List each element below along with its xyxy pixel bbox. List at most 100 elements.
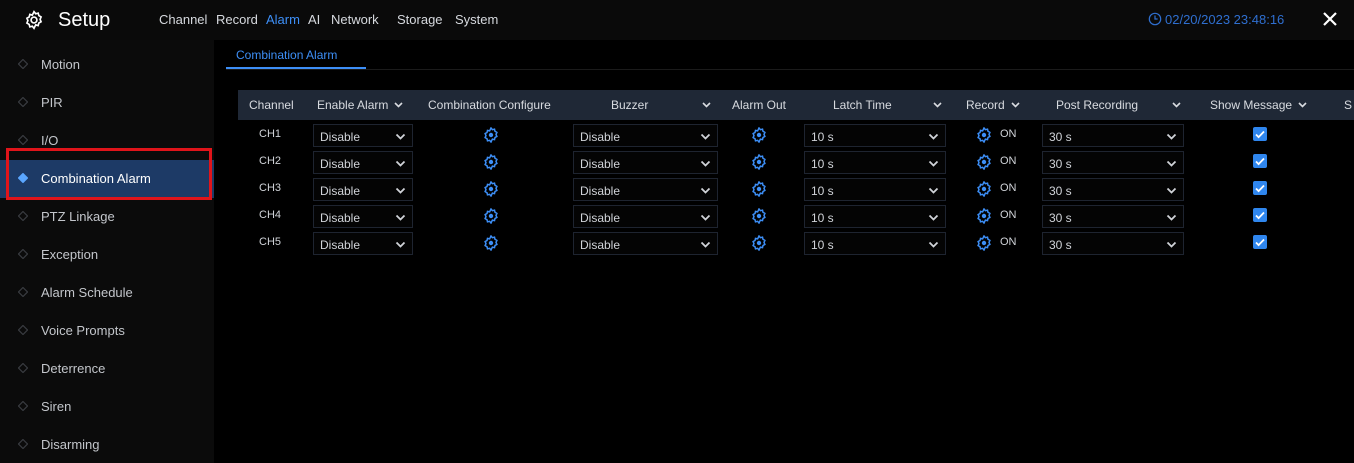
settings-gear-icon[interactable] — [483, 235, 499, 251]
settings-gear-icon[interactable] — [976, 181, 992, 197]
sidebar-item-deterrence[interactable]: Deterrence — [0, 350, 214, 388]
enable-alarm-select[interactable]: Disable — [313, 178, 413, 201]
record-status: ON — [1000, 209, 1017, 221]
settings-gear-icon[interactable] — [751, 154, 767, 170]
chevron-down-icon — [700, 214, 711, 221]
tab-channel[interactable]: Channel — [159, 12, 207, 27]
enable-alarm-select[interactable]: Disable — [313, 151, 413, 174]
record-status: ON — [1000, 182, 1017, 194]
chevron-down-icon — [1166, 214, 1177, 221]
channel-cell: CH4 — [259, 209, 282, 221]
chevron-down-icon — [395, 187, 406, 194]
table-header: Channel Enable Alarm Combination Configu… — [238, 90, 1354, 120]
sidebar-item-label: PIR — [41, 95, 63, 110]
post-recording-select[interactable]: 30 s — [1042, 124, 1184, 147]
tab-combination-alarm[interactable]: Combination Alarm — [236, 48, 337, 62]
header-alarm-out: Alarm Out — [732, 98, 787, 112]
show-message-checkbox[interactable] — [1253, 154, 1267, 168]
chevron-down-icon — [928, 160, 939, 167]
tab-ai[interactable]: AI — [308, 12, 320, 27]
table-row: CH2 Disable Disable 10 s ON 30 s — [0, 150, 1354, 177]
chevron-down-icon — [928, 187, 939, 194]
chevron-down-icon[interactable] — [933, 102, 942, 108]
settings-gear-icon[interactable] — [483, 181, 499, 197]
sidebar-item-alarm-schedule[interactable]: Alarm Schedule — [0, 274, 214, 312]
header-show-message[interactable]: Show Message — [1210, 98, 1307, 112]
diamond-icon — [18, 439, 28, 449]
settings-gear-icon[interactable] — [976, 154, 992, 170]
chevron-down-icon[interactable] — [1172, 102, 1181, 108]
diamond-icon — [18, 401, 28, 411]
buzzer-select[interactable]: Disable — [573, 124, 718, 147]
chevron-down-icon — [395, 241, 406, 248]
buzzer-select[interactable]: Disable — [573, 178, 718, 201]
chevron-down-icon — [700, 187, 711, 194]
latch-time-select[interactable]: 10 s — [804, 205, 946, 228]
settings-gear-icon[interactable] — [751, 181, 767, 197]
header-enable-alarm[interactable]: Enable Alarm — [317, 98, 403, 112]
show-message-checkbox[interactable] — [1253, 208, 1267, 222]
post-recording-select[interactable]: 30 s — [1042, 232, 1184, 255]
close-icon[interactable] — [1321, 10, 1339, 28]
settings-gear-icon[interactable] — [976, 127, 992, 143]
table-row: CH5 Disable Disable 10 s ON 30 s — [0, 231, 1354, 258]
sidebar-item-siren[interactable]: Siren — [0, 388, 214, 426]
show-message-checkbox[interactable] — [1253, 235, 1267, 249]
sidebar-item-motion[interactable]: Motion — [0, 46, 214, 84]
post-recording-select[interactable]: 30 s — [1042, 205, 1184, 228]
enable-alarm-select[interactable]: Disable — [313, 232, 413, 255]
header-record[interactable]: Record — [966, 98, 1020, 112]
post-recording-select[interactable]: 30 s — [1042, 151, 1184, 174]
latch-time-select[interactable]: 10 s — [804, 232, 946, 255]
header-buzzer[interactable]: Buzzer — [611, 98, 648, 112]
channel-cell: CH5 — [259, 236, 282, 248]
channel-cell: CH1 — [259, 128, 282, 140]
sidebar-item-pir[interactable]: PIR — [0, 84, 214, 122]
settings-gear-icon[interactable] — [751, 208, 767, 224]
diamond-icon — [18, 59, 28, 69]
tab-storage[interactable]: Storage — [397, 12, 443, 27]
settings-gear-icon[interactable] — [483, 127, 499, 143]
record-status: ON — [1000, 128, 1017, 140]
tab-system[interactable]: System — [455, 12, 498, 27]
settings-gear-icon[interactable] — [483, 208, 499, 224]
sidebar-item-voice-prompts[interactable]: Voice Prompts — [0, 312, 214, 350]
show-message-checkbox[interactable] — [1253, 181, 1267, 195]
chevron-down-icon — [700, 133, 711, 140]
chevron-down-icon — [395, 214, 406, 221]
settings-gear-icon[interactable] — [976, 208, 992, 224]
table-row: CH3 Disable Disable 10 s ON 30 s — [0, 177, 1354, 204]
header-channel: Channel — [249, 98, 294, 112]
settings-gear-icon[interactable] — [483, 154, 499, 170]
gear-icon — [25, 10, 43, 30]
checkmark-icon — [1255, 211, 1265, 220]
header-post-recording[interactable]: Post Recording — [1056, 98, 1138, 112]
tab-record[interactable]: Record — [216, 12, 258, 27]
latch-time-select[interactable]: 10 s — [804, 178, 946, 201]
tab-network[interactable]: Network — [331, 12, 379, 27]
chevron-down-icon[interactable] — [702, 102, 711, 108]
chevron-down-icon — [1298, 102, 1307, 108]
chevron-down-icon — [700, 241, 711, 248]
settings-gear-icon[interactable] — [976, 235, 992, 251]
sidebar-item-disarming[interactable]: Disarming — [0, 426, 214, 463]
header-combination-configure: Combination Configure — [428, 98, 551, 112]
chevron-down-icon — [1166, 241, 1177, 248]
enable-alarm-select[interactable]: Disable — [313, 205, 413, 228]
post-recording-select[interactable]: 30 s — [1042, 178, 1184, 201]
settings-gear-icon[interactable] — [751, 235, 767, 251]
latch-time-select[interactable]: 10 s — [804, 124, 946, 147]
header-latch-time[interactable]: Latch Time — [833, 98, 892, 112]
enable-alarm-select[interactable]: Disable — [313, 124, 413, 147]
buzzer-select[interactable]: Disable — [573, 205, 718, 228]
settings-gear-icon[interactable] — [751, 127, 767, 143]
tab-alarm[interactable]: Alarm — [266, 12, 300, 27]
chevron-down-icon — [928, 214, 939, 221]
latch-time-select[interactable]: 10 s — [804, 151, 946, 174]
chevron-down-icon — [1011, 102, 1020, 108]
chevron-down-icon — [1166, 187, 1177, 194]
show-message-checkbox[interactable] — [1253, 127, 1267, 141]
buzzer-select[interactable]: Disable — [573, 232, 718, 255]
buzzer-select[interactable]: Disable — [573, 151, 718, 174]
sidebar-item-label: Voice Prompts — [41, 323, 125, 338]
